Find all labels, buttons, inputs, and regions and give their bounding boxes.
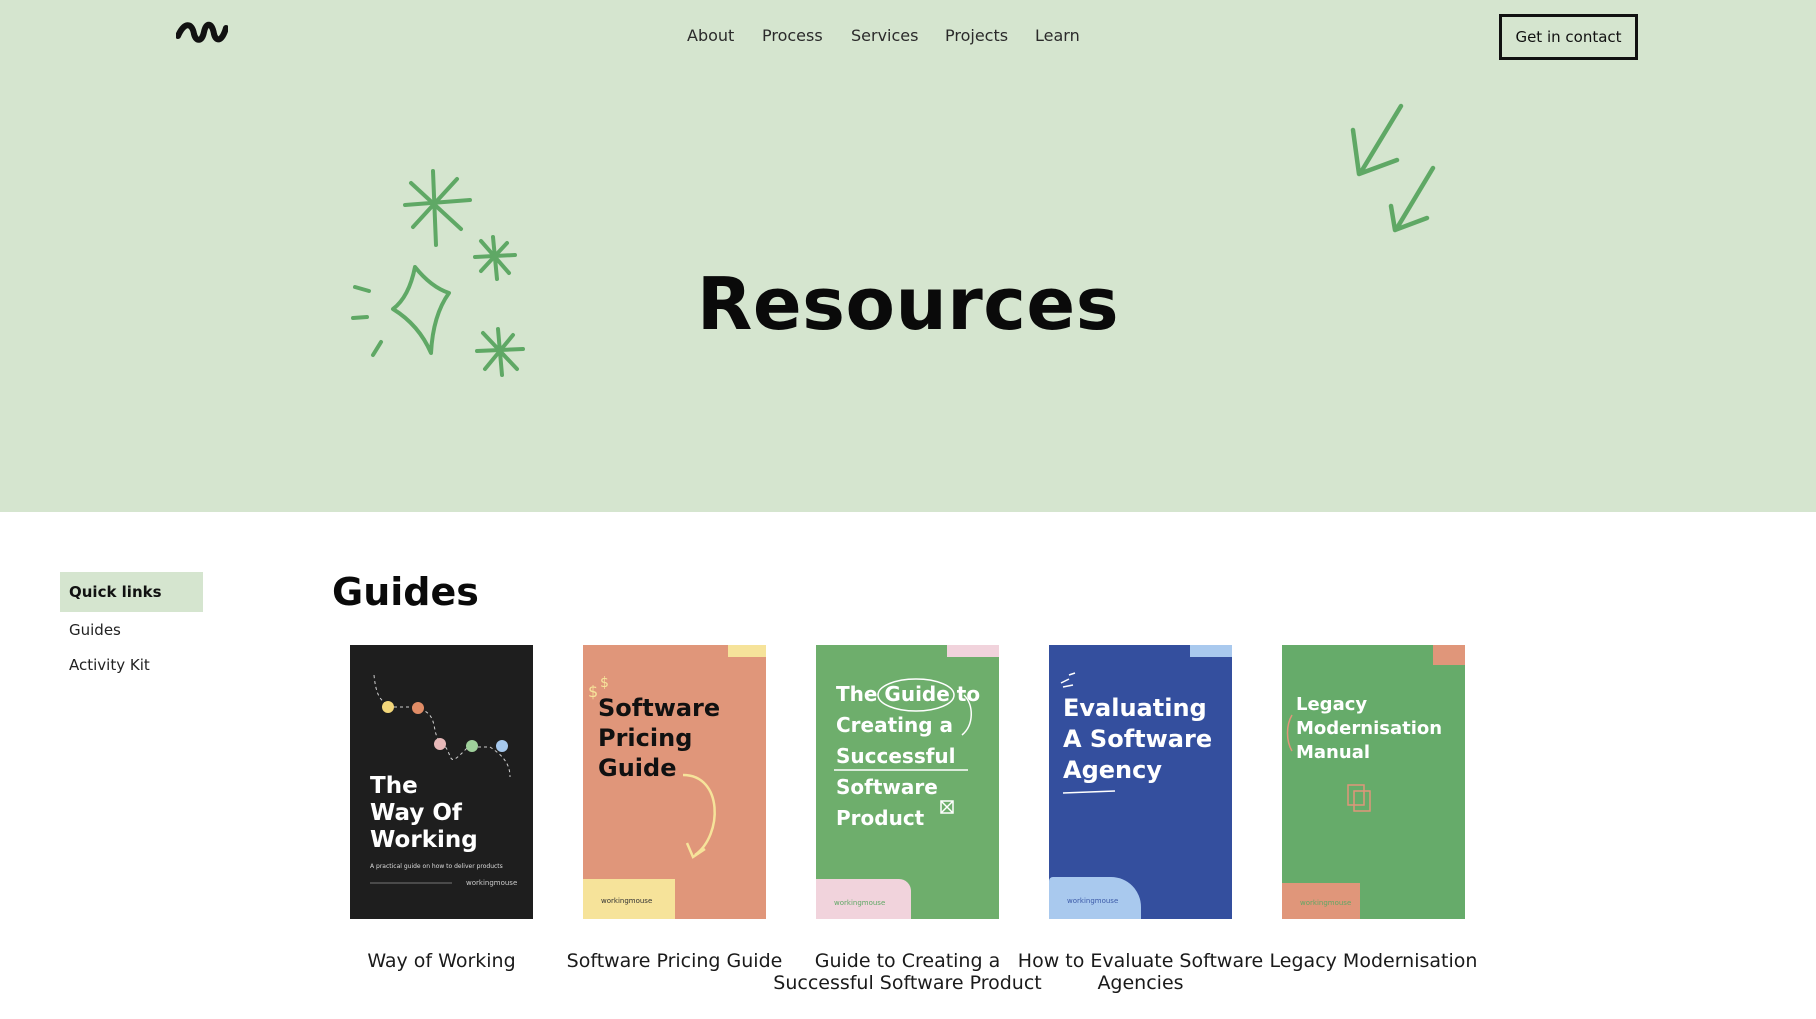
sidebar-link-activity-kit[interactable]: Activity Kit — [60, 656, 203, 674]
guide-cover: The Guide to Creating a Successful Softw… — [816, 645, 999, 919]
get-in-contact-button[interactable]: Get in contact — [1499, 14, 1638, 60]
guide-cover: Legacy Modernisation Manual workingmouse — [1282, 645, 1465, 919]
guides-heading: Guides — [332, 570, 479, 614]
cover-brand: workingmouse — [1067, 897, 1119, 905]
guide-cover: $ $ Software Pricing Guide workingmouse — [583, 645, 766, 919]
cover-brand: workingmouse — [1300, 899, 1352, 907]
nav-services[interactable]: Services — [851, 26, 918, 45]
quick-links-sidebar: Quick links Guides Activity Kit — [60, 572, 203, 674]
svg-text:$: $ — [588, 682, 598, 701]
svg-text:$: $ — [600, 675, 609, 691]
cover-brand: workingmouse — [466, 879, 518, 887]
nav-process[interactable]: Process — [762, 26, 823, 45]
hero-banner: About Process Services Projects Learn Ge… — [0, 0, 1816, 512]
sidebar-link-guides[interactable]: Guides — [60, 621, 203, 639]
guide-cover: The Way Of Working A practical guide on … — [350, 645, 533, 919]
nav-projects[interactable]: Projects — [945, 26, 1008, 45]
arrow-doodle-icon — [1350, 103, 1436, 233]
guide-caption: Legacy Modernisation — [1269, 950, 1478, 972]
nav-learn[interactable]: Learn — [1035, 26, 1080, 45]
cover-subtitle: A practical guide on how to deliver prod… — [370, 863, 503, 870]
cover-brand: workingmouse — [834, 899, 886, 907]
cover-brand: workingmouse — [601, 897, 653, 905]
quick-links-heading: Quick links — [60, 572, 203, 612]
guide-cover: Evaluating A Software Agency workingmous… — [1049, 645, 1232, 919]
page-title: Resources — [696, 262, 1120, 346]
nav-about[interactable]: About — [687, 26, 734, 45]
